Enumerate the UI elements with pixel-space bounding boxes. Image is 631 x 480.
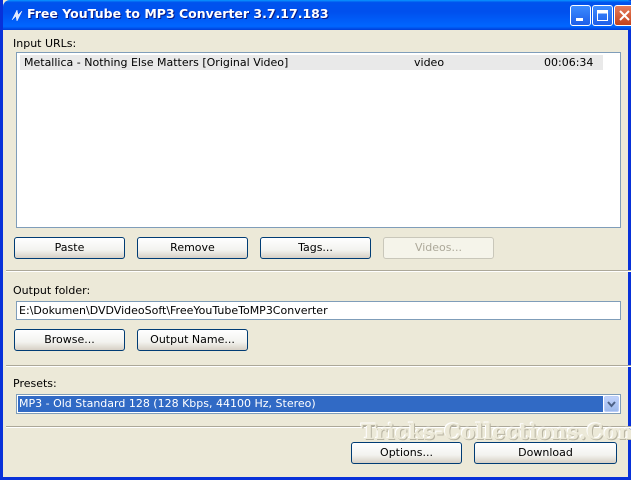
item-duration: 00:06:34 xyxy=(544,56,594,69)
maximize-button[interactable] xyxy=(592,5,613,26)
output-name-button[interactable]: Output Name... xyxy=(137,329,248,351)
minimize-icon xyxy=(576,18,583,21)
divider xyxy=(6,365,631,367)
chevron-down-icon xyxy=(607,401,616,408)
window-title: Free YouTube to MP3 Converter 3.7.17.183 xyxy=(27,6,329,21)
input-urls-list[interactable]: Metallica - Nothing Else Matters [Origin… xyxy=(16,52,621,228)
close-icon xyxy=(619,10,630,21)
list-item[interactable]: Metallica - Nothing Else Matters [Origin… xyxy=(20,55,603,70)
options-button[interactable]: Options... xyxy=(351,442,462,464)
dropdown-arrow-button[interactable] xyxy=(604,396,619,412)
title-bar[interactable]: Free YouTube to MP3 Converter 3.7.17.183 xyxy=(3,0,631,30)
presets-dropdown[interactable]: MP3 - Old Standard 128 (128 Kbps, 44100 … xyxy=(16,394,621,414)
input-urls-label: Input URLs: xyxy=(13,37,77,50)
app-icon xyxy=(11,9,23,22)
output-folder-field[interactable]: E:\Dokumen\DVDVideoSoft\FreeYouTubeToMP3… xyxy=(16,301,621,320)
divider xyxy=(6,270,631,272)
paste-button[interactable]: Paste xyxy=(14,237,125,259)
app-window: Free YouTube to MP3 Converter 3.7.17.183… xyxy=(0,0,631,480)
browse-button[interactable]: Browse... xyxy=(14,329,125,351)
minimize-button[interactable] xyxy=(570,5,591,26)
close-button[interactable] xyxy=(614,5,631,26)
presets-selected: MP3 - Old Standard 128 (128 Kbps, 44100 … xyxy=(18,396,603,412)
maximize-icon xyxy=(597,10,608,21)
remove-button[interactable]: Remove xyxy=(137,237,248,259)
output-folder-label: Output folder: xyxy=(13,284,91,297)
videos-button[interactable]: Videos... xyxy=(383,237,494,259)
presets-label: Presets: xyxy=(13,377,57,390)
watermark: Tricks-Collections.Com xyxy=(361,419,631,444)
tags-button[interactable]: Tags... xyxy=(260,237,371,259)
download-button[interactable]: Download xyxy=(474,442,617,464)
item-title: Metallica - Nothing Else Matters [Origin… xyxy=(24,56,289,69)
item-type: video xyxy=(414,56,445,69)
